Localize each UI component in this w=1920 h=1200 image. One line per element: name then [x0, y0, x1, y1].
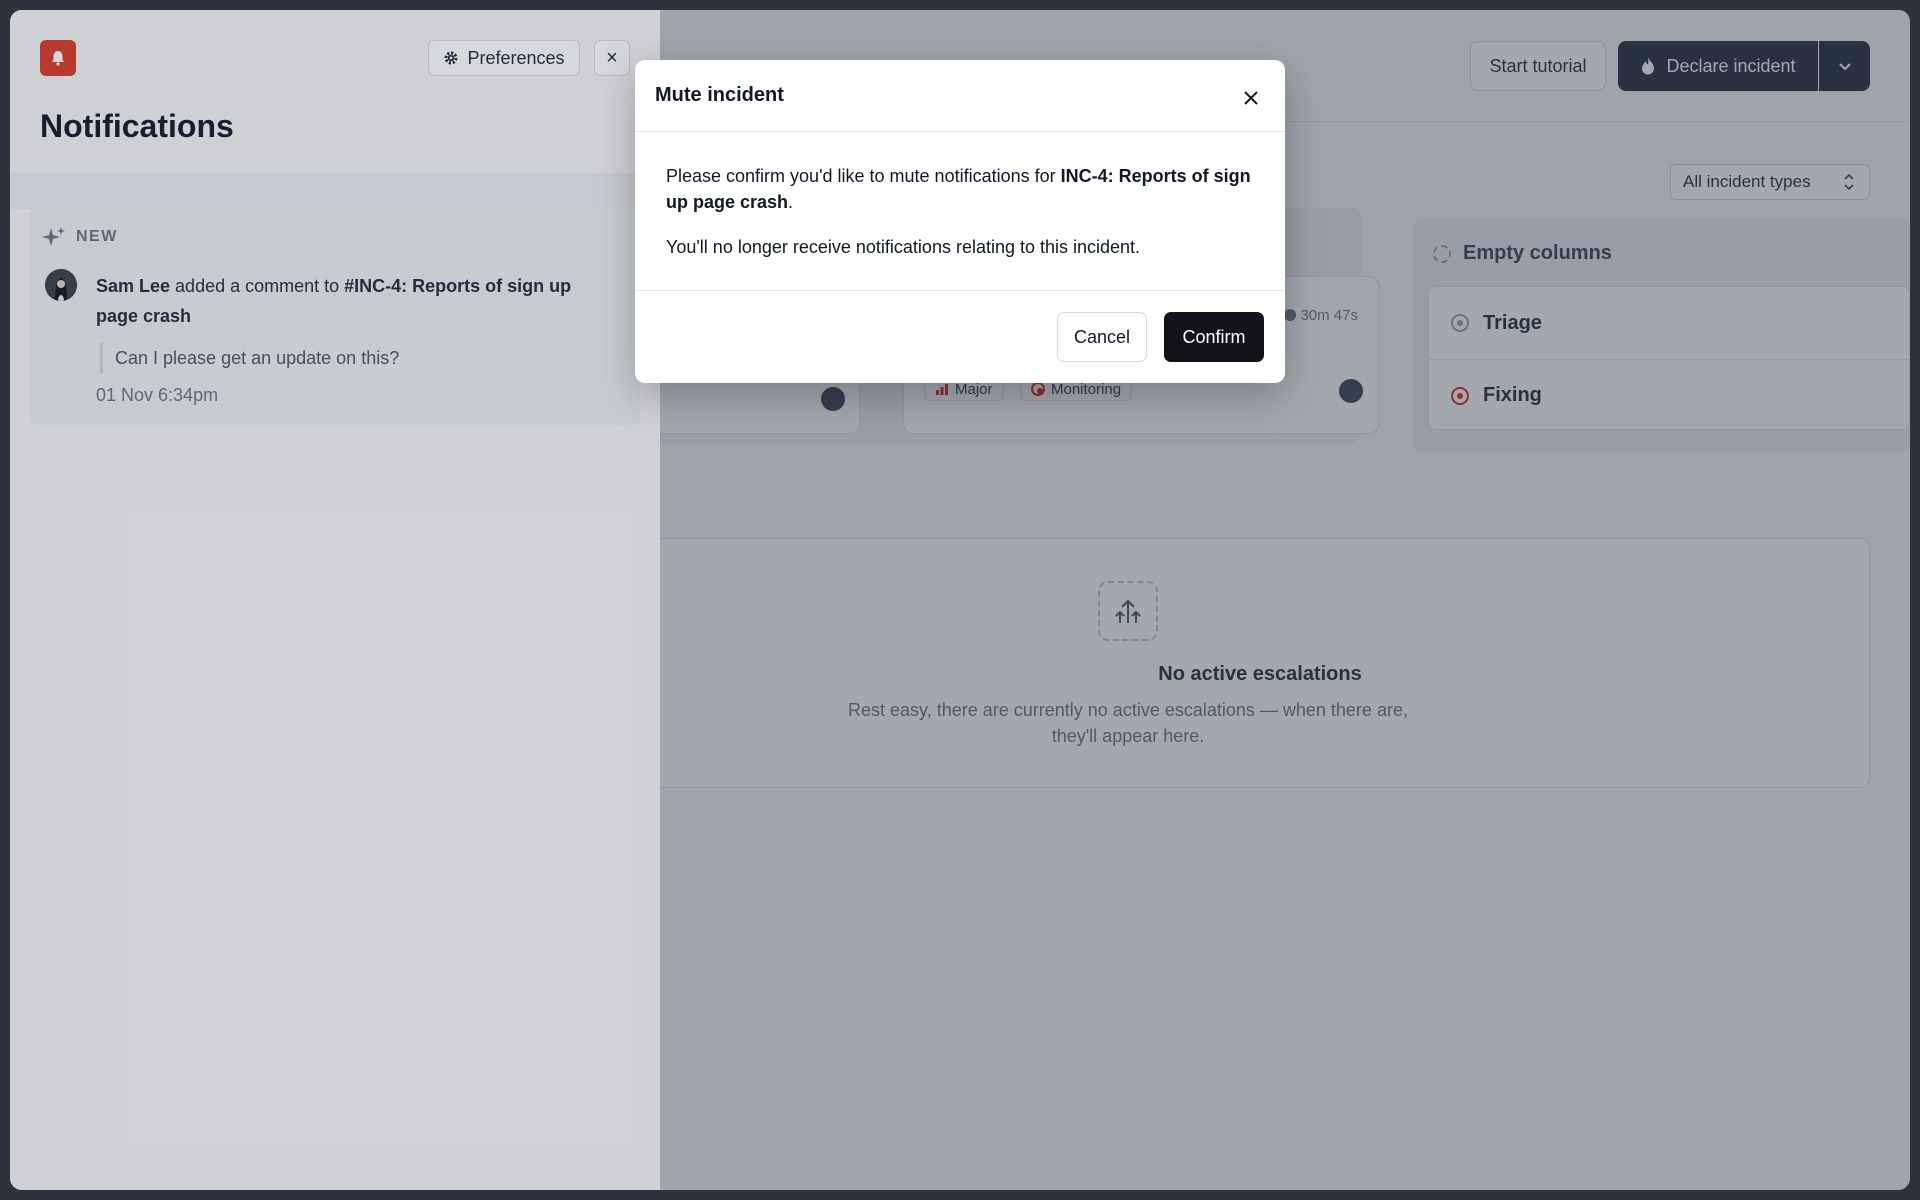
modal-text-prefix: Please confirm you'd like to mute notifi… — [666, 166, 1061, 186]
notification-action: added a comment to — [170, 276, 345, 296]
sparkle-icon — [42, 227, 65, 246]
mute-incident-modal: Mute incident Please confirm you'd like … — [635, 60, 1285, 383]
notifications-drawer: Preferences × Notifications NEW Sam Lee … — [10, 10, 660, 1190]
modal-divider — [635, 290, 1285, 291]
notification-timestamp: 01 Nov 6:34pm — [96, 385, 219, 405]
close-drawer-button[interactable]: × — [594, 40, 630, 76]
preferences-button[interactable]: Preferences — [428, 40, 580, 76]
avatar — [45, 269, 77, 301]
confirm-button[interactable]: Confirm — [1164, 312, 1264, 362]
bell-icon — [40, 40, 76, 76]
new-section-label: NEW — [42, 225, 118, 249]
notification-item[interactable]: NEW Sam Lee added a comment to #INC-4: R… — [30, 209, 640, 425]
notification-author: Sam Lee — [96, 276, 171, 296]
modal-title: Mute incident — [655, 84, 784, 106]
modal-secondary-text: You'll no longer receive notifications r… — [666, 237, 1141, 257]
gear-icon — [444, 51, 458, 65]
preferences-label: Preferences — [467, 47, 565, 68]
modal-confirm-text: Please confirm you'd like to mute notifi… — [666, 163, 1256, 215]
close-icon — [1244, 91, 1258, 105]
page-title: Notifications — [40, 108, 234, 144]
section-divider — [10, 173, 660, 209]
notification-text: Sam Lee added a comment to #INC-4: Repor… — [96, 271, 616, 331]
notification-comment: Can I please get an update on this? — [100, 343, 399, 373]
close-icon: × — [606, 46, 618, 69]
modal-divider — [635, 131, 1285, 132]
modal-text-suffix: . — [788, 192, 794, 212]
new-label: NEW — [76, 228, 118, 245]
close-modal-button[interactable] — [1233, 80, 1269, 116]
cancel-button[interactable]: Cancel — [1057, 312, 1147, 362]
